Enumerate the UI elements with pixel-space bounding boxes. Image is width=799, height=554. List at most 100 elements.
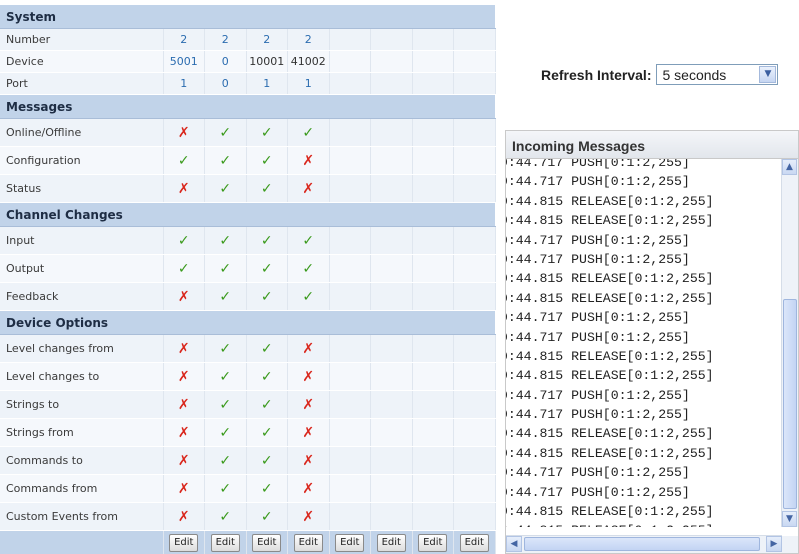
- status-cell[interactable]: ✓: [204, 334, 247, 363]
- status-cell[interactable]: ✓: [204, 446, 247, 475]
- horizontal-scrollbar[interactable]: ◀ ▶: [506, 535, 782, 553]
- status-cell[interactable]: ✓: [163, 254, 205, 283]
- refresh-interval-select[interactable]: 5 seconds ▼: [656, 64, 779, 85]
- status-cell[interactable]: ✓: [204, 146, 247, 175]
- status-cell[interactable]: ✓: [204, 282, 247, 311]
- status-cell[interactable]: ✓: [246, 390, 288, 419]
- status-cell[interactable]: ✓: [246, 118, 288, 147]
- scroll-right-icon[interactable]: ▶: [766, 536, 782, 552]
- empty-cell: [370, 72, 413, 95]
- scroll-down-icon[interactable]: ▼: [782, 511, 797, 527]
- chevron-down-icon[interactable]: ▼: [759, 66, 777, 83]
- status-cell[interactable]: ✗: [163, 446, 205, 475]
- status-cell[interactable]: ✗: [163, 174, 205, 203]
- empty-cell: [329, 418, 371, 447]
- edit-button[interactable]: Edit: [210, 533, 240, 552]
- status-cell[interactable]: ✓: [287, 254, 330, 283]
- check-icon: ✓: [302, 288, 315, 305]
- message-log[interactable]: 40:44.717 PUSH[0:1:2,255] 40:44.717 PUSH[…: [506, 159, 782, 527]
- status-cell[interactable]: ✓: [246, 146, 288, 175]
- empty-cell: [329, 226, 371, 255]
- status-cell[interactable]: ✓: [246, 446, 288, 475]
- table-row: Online/Offline ✗ ✓ ✓ ✓: [0, 118, 496, 147]
- check-icon: ✓: [260, 480, 273, 497]
- edit-button[interactable]: Edit: [459, 533, 489, 552]
- check-icon: ✓: [260, 288, 273, 305]
- value-cell: 1: [246, 72, 288, 95]
- status-cell[interactable]: ✗: [287, 334, 330, 363]
- scroll-up-icon[interactable]: ▲: [782, 159, 797, 175]
- status-cell[interactable]: ✓: [204, 418, 247, 447]
- row-label: Number: [0, 28, 164, 51]
- status-cell[interactable]: ✗: [287, 390, 330, 419]
- status-cell[interactable]: ✗: [163, 474, 205, 503]
- status-cell[interactable]: ✓: [204, 362, 247, 391]
- table-row: Commands to ✗ ✓ ✓ ✗: [0, 446, 496, 475]
- message-line: 40:44.815 RELEASE[0:1:2,255]: [506, 368, 714, 384]
- status-cell[interactable]: ✓: [204, 502, 247, 531]
- status-cell[interactable]: ✗: [163, 118, 205, 147]
- status-cell[interactable]: ✗: [287, 502, 330, 531]
- status-cell[interactable]: ✗: [163, 502, 205, 531]
- status-cell[interactable]: ✓: [246, 502, 288, 531]
- status-cell[interactable]: ✓: [246, 418, 288, 447]
- status-cell[interactable]: ✓: [287, 118, 330, 147]
- edit-button[interactable]: Edit: [293, 533, 323, 552]
- empty-cell: [329, 28, 371, 51]
- message-line: 40:44.717 PUSH[0:1:2,255]: [506, 159, 690, 170]
- edit-cell: Edit: [453, 530, 496, 554]
- vertical-scroll-thumb[interactable]: [783, 299, 797, 509]
- status-cell[interactable]: ✓: [204, 174, 247, 203]
- status-cell[interactable]: ✓: [163, 226, 205, 255]
- table-row: Configuration ✓ ✓ ✓ ✗: [0, 146, 496, 175]
- status-cell[interactable]: ✗: [163, 282, 205, 311]
- scroll-left-icon[interactable]: ◀: [506, 536, 522, 552]
- row-label: Input: [0, 226, 164, 255]
- edit-button[interactable]: Edit: [169, 533, 199, 552]
- status-cell[interactable]: ✓: [287, 226, 330, 255]
- status-cell[interactable]: ✓: [246, 474, 288, 503]
- empty-cell: [412, 118, 454, 147]
- status-cell[interactable]: ✗: [163, 390, 205, 419]
- empty-cell: [370, 474, 413, 503]
- empty-cell: [453, 446, 496, 475]
- empty-cell: [453, 72, 496, 95]
- status-cell[interactable]: ✓: [204, 390, 247, 419]
- horizontal-scroll-thumb[interactable]: [524, 537, 760, 551]
- edit-button[interactable]: Edit: [376, 533, 406, 552]
- status-cell[interactable]: ✗: [287, 418, 330, 447]
- status-cell[interactable]: ✓: [246, 362, 288, 391]
- status-cell[interactable]: ✗: [287, 146, 330, 175]
- edit-button[interactable]: Edit: [252, 533, 282, 552]
- edit-button[interactable]: Edit: [418, 533, 448, 552]
- status-cell[interactable]: ✓: [204, 226, 247, 255]
- status-cell[interactable]: ✓: [246, 282, 288, 311]
- status-cell[interactable]: ✓: [246, 226, 288, 255]
- status-cell[interactable]: ✗: [287, 362, 330, 391]
- status-cell[interactable]: ✗: [287, 446, 330, 475]
- status-cell[interactable]: ✓: [163, 146, 205, 175]
- empty-cell: [370, 254, 413, 283]
- status-cell[interactable]: ✓: [246, 174, 288, 203]
- status-cell[interactable]: ✓: [246, 254, 288, 283]
- table-row: Status ✗ ✓ ✓ ✗: [0, 174, 496, 203]
- empty-cell: [453, 362, 496, 391]
- status-cell[interactable]: ✗: [163, 418, 205, 447]
- status-cell[interactable]: ✗: [287, 474, 330, 503]
- empty-cell: [370, 174, 413, 203]
- check-icon: ✓: [219, 424, 232, 441]
- value-cell: 1: [163, 72, 205, 95]
- status-cell[interactable]: ✓: [246, 334, 288, 363]
- status-cell[interactable]: ✓: [287, 282, 330, 311]
- status-cell[interactable]: ✗: [163, 334, 205, 363]
- status-cell[interactable]: ✓: [204, 254, 247, 283]
- table-row: Level changes from ✗ ✓ ✓ ✗: [0, 334, 496, 363]
- status-cell[interactable]: ✗: [163, 362, 205, 391]
- empty-cell: [370, 390, 413, 419]
- cross-icon: ✗: [302, 480, 315, 497]
- edit-button[interactable]: Edit: [335, 533, 365, 552]
- status-cell[interactable]: ✓: [204, 118, 247, 147]
- status-cell[interactable]: ✓: [204, 474, 247, 503]
- status-cell[interactable]: ✗: [287, 174, 330, 203]
- vertical-scrollbar[interactable]: ▲ ▼: [781, 159, 798, 527]
